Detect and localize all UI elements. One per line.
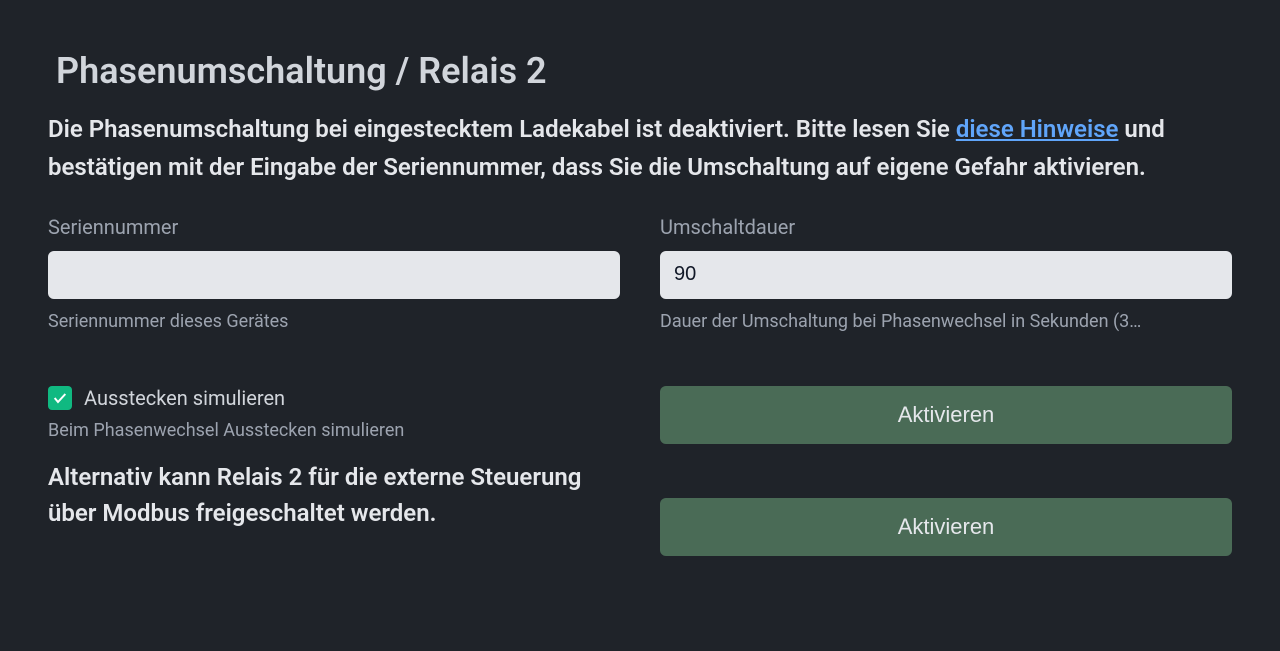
description-text-before: Die Phasenumschaltung bei eingestecktem … bbox=[48, 115, 956, 143]
serial-column: Seriennummer Seriennummer dieses Gerätes… bbox=[48, 215, 620, 556]
check-icon bbox=[52, 390, 68, 406]
serial-input[interactable] bbox=[48, 251, 620, 299]
simulate-unplug-label: Ausstecken simulieren bbox=[84, 386, 285, 410]
duration-label: Umschaltdauer bbox=[660, 215, 1232, 239]
duration-column: Umschaltdauer Dauer der Umschaltung bei … bbox=[660, 215, 1232, 556]
modbus-description: Alternativ kann Relais 2 für die externe… bbox=[48, 459, 620, 531]
simulate-unplug-checkbox[interactable] bbox=[48, 386, 72, 410]
activate-modbus-button[interactable]: Aktivieren bbox=[660, 498, 1232, 556]
serial-help: Seriennummer dieses Gerätes bbox=[48, 311, 620, 332]
phase-switch-description: Die Phasenumschaltung bei eingestecktem … bbox=[48, 110, 1232, 187]
simulate-unplug-row: Ausstecken simulieren bbox=[48, 386, 620, 410]
simulate-unplug-help: Beim Phasenwechsel Ausstecken simulieren bbox=[48, 420, 620, 441]
duration-help: Dauer der Umschaltung bei Phasenwechsel … bbox=[660, 311, 1232, 332]
activate-phase-button[interactable]: Aktivieren bbox=[660, 386, 1232, 444]
serial-label: Seriennummer bbox=[48, 215, 620, 239]
duration-input[interactable] bbox=[660, 251, 1232, 299]
form-row: Seriennummer Seriennummer dieses Gerätes… bbox=[48, 215, 1232, 556]
hints-link[interactable]: diese Hinweise bbox=[956, 115, 1119, 143]
page-title: Phasenumschaltung / Relais 2 bbox=[56, 50, 1232, 92]
